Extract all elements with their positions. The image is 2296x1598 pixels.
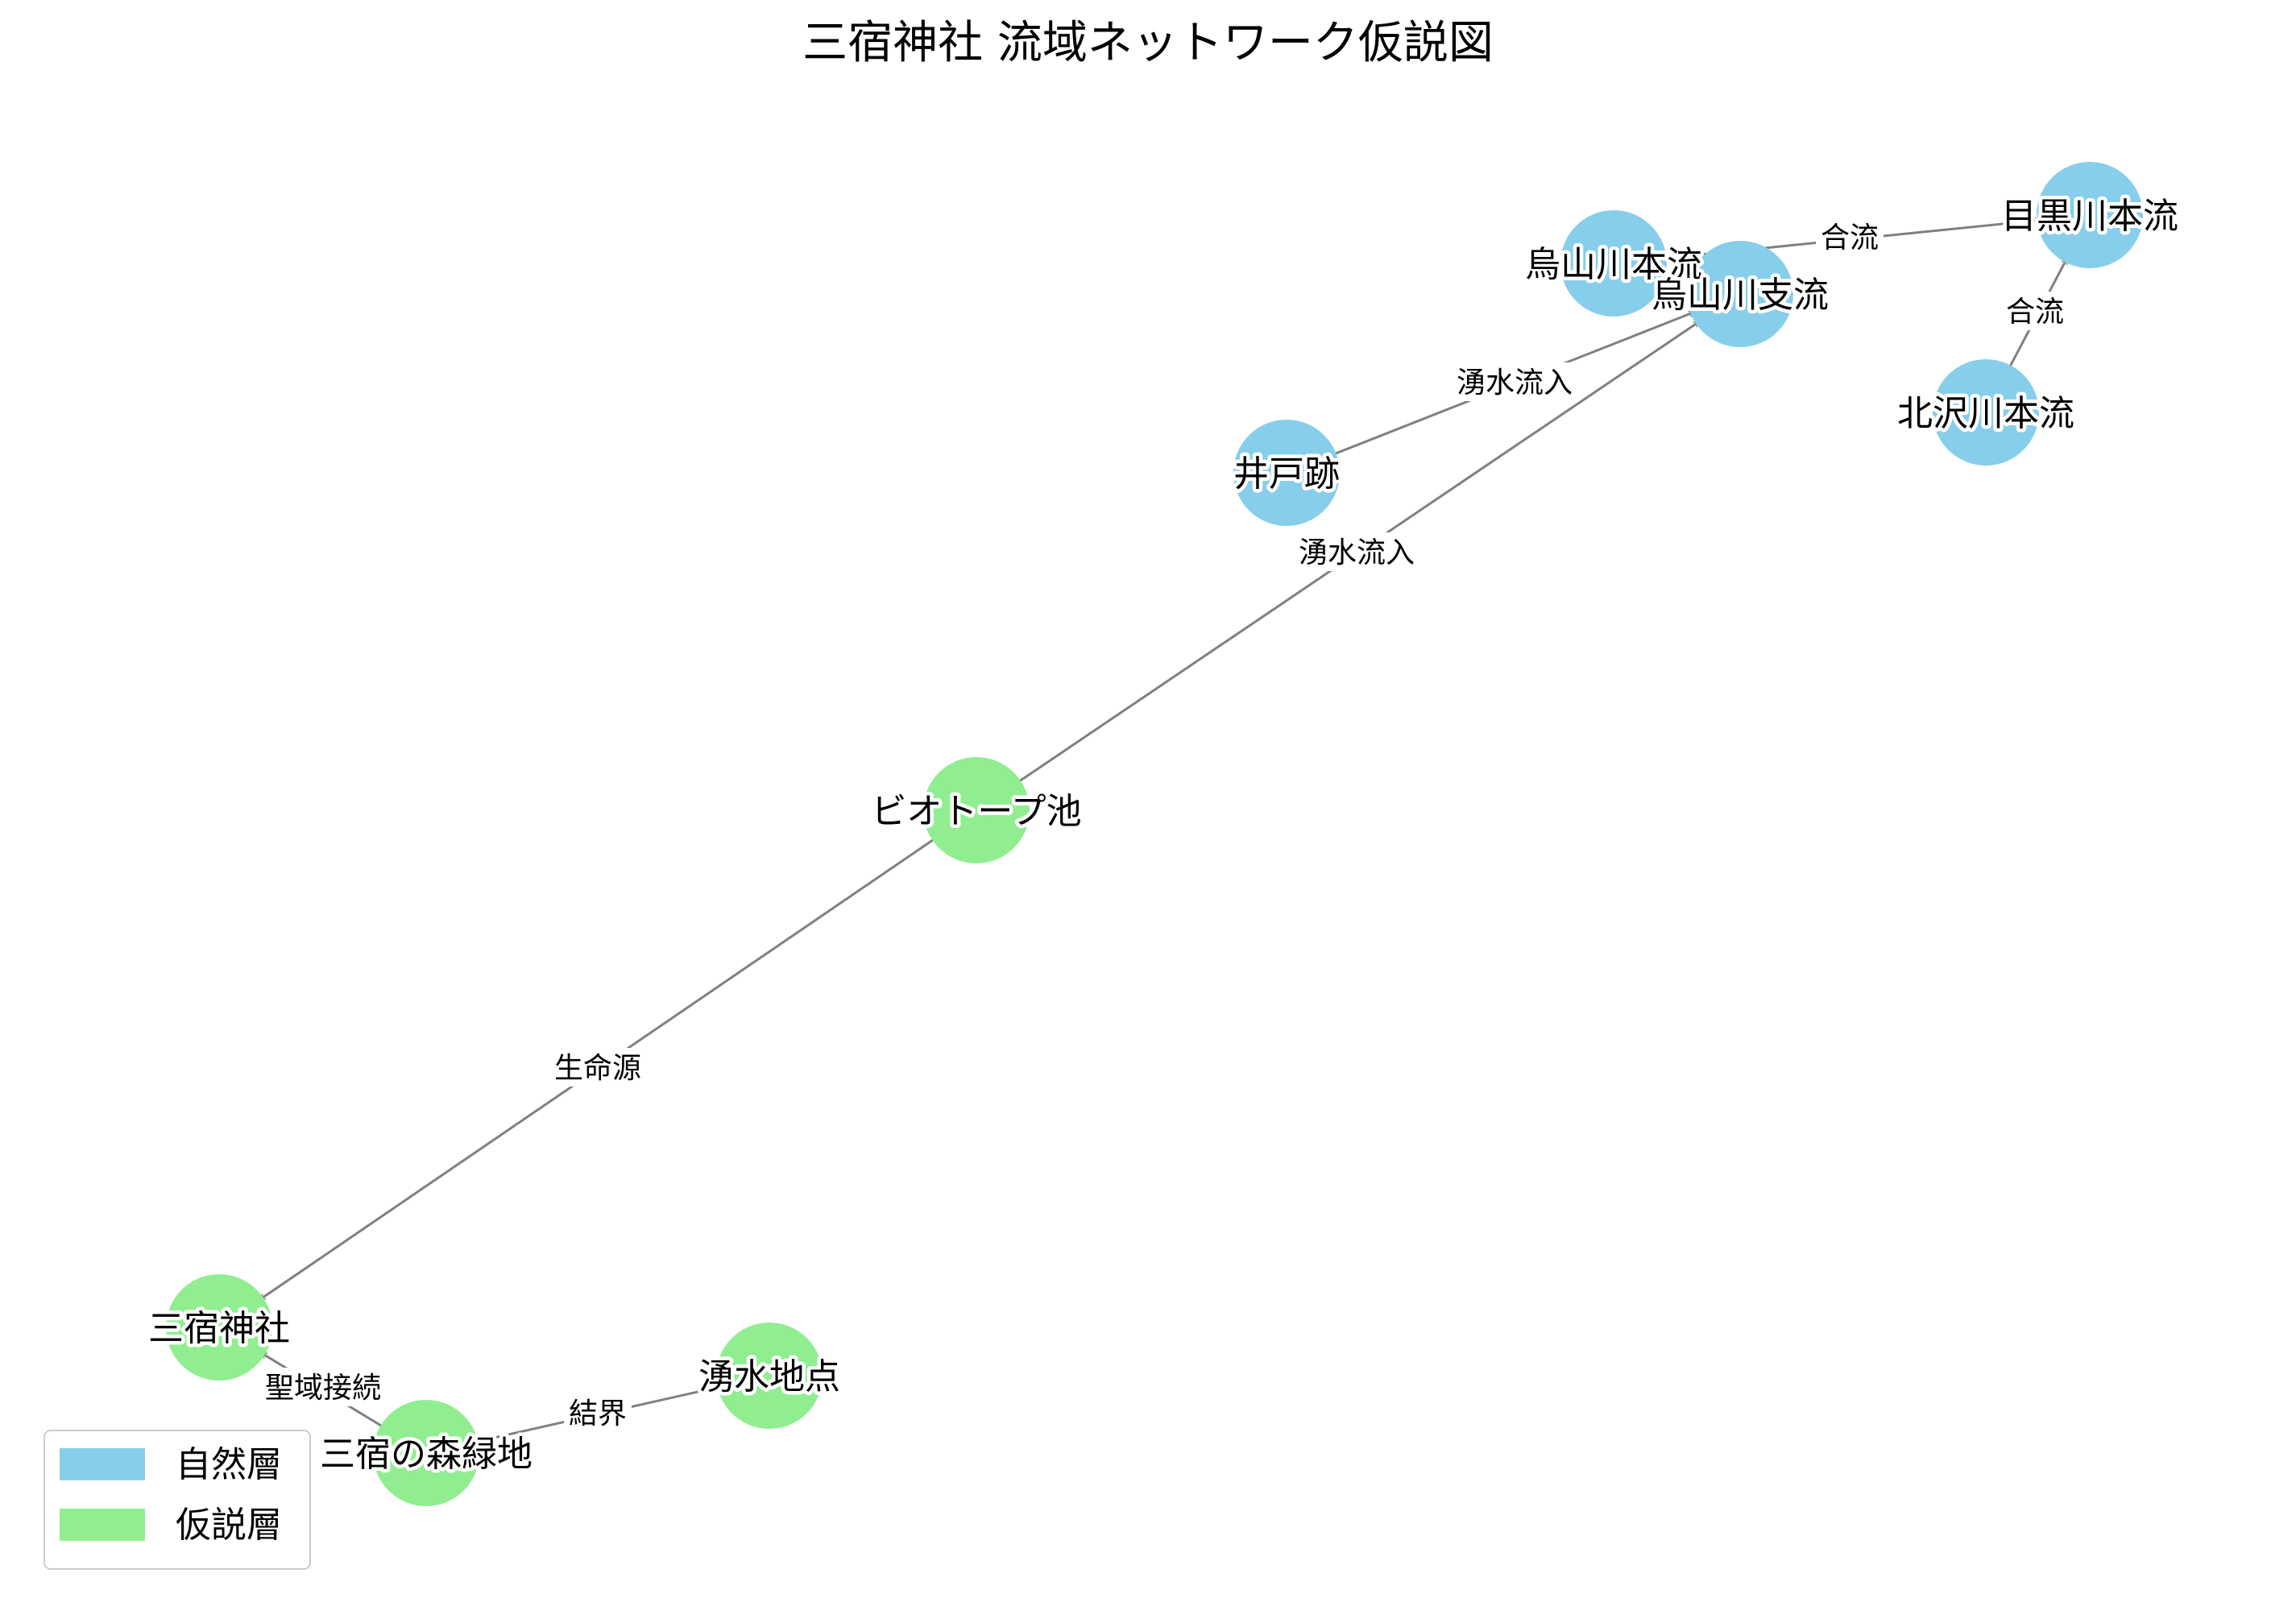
edge-label-group: 聖域接続	[259, 1368, 387, 1406]
node-label-karasu_branch: 烏山川支流	[1652, 275, 1829, 316]
legend: 自然層 仮説層	[44, 1430, 311, 1570]
legend-label-natural: 自然層	[176, 1444, 282, 1485]
node-labels-layer: 目黒川本流烏山川本流烏山川支流北沢川本流井戸跡ビオトープ池三宿神社三宿の森緑地湧…	[145, 193, 2182, 1479]
node-label-forest: 三宿の森緑地	[320, 1434, 533, 1475]
edge-label-group: 湧水流入	[1451, 362, 1578, 401]
edge-label: 合流	[2006, 296, 2064, 329]
edge-label: 生命源	[554, 1052, 641, 1085]
node-label-ido: 井戸跡	[1233, 453, 1340, 495]
edge-label-group: 生命源	[549, 1048, 647, 1087]
edge-label: 合流	[1821, 221, 1879, 255]
legend-label-hypothesis: 仮説層	[176, 1505, 282, 1546]
node-label-spring: 湧水地点	[698, 1356, 840, 1397]
node-label-meguro: 目黒川本流	[2001, 196, 2178, 237]
diagram-title: 三宿神社 流域ネットワーク仮説図	[802, 17, 1494, 69]
nodes-layer	[166, 162, 2143, 1506]
edge-label-group: 湧水流入	[1293, 532, 1420, 571]
edge-label-group: 合流	[2001, 292, 2069, 330]
legend-swatch-hypothesis	[60, 1509, 145, 1541]
edge-label: 湧水流入	[1457, 366, 1573, 400]
edge-label: 結界	[569, 1397, 627, 1430]
node-label-shrine: 三宿神社	[148, 1308, 290, 1349]
edge-label: 湧水流入	[1299, 536, 1415, 569]
edge-labels-layer: 合流合流湧水流入湧水流入生命源聖域接続結界	[259, 217, 2069, 1432]
network-diagram: 三宿神社 流域ネットワーク仮説図 合流合流湧水流入湧水流入生命源聖域接続結界 目…	[44, 17, 2182, 1570]
node-label-kitazawa: 北沢川本流	[1897, 393, 2074, 434]
edge-label-group: 合流	[1816, 217, 1884, 256]
node-label-biotope: ビオトープ池	[871, 791, 1081, 832]
edge-label: 聖域接続	[265, 1372, 381, 1405]
edge-label-group: 結界	[564, 1393, 632, 1432]
legend-swatch-natural	[60, 1448, 145, 1480]
edges-layer	[259, 220, 2069, 1446]
